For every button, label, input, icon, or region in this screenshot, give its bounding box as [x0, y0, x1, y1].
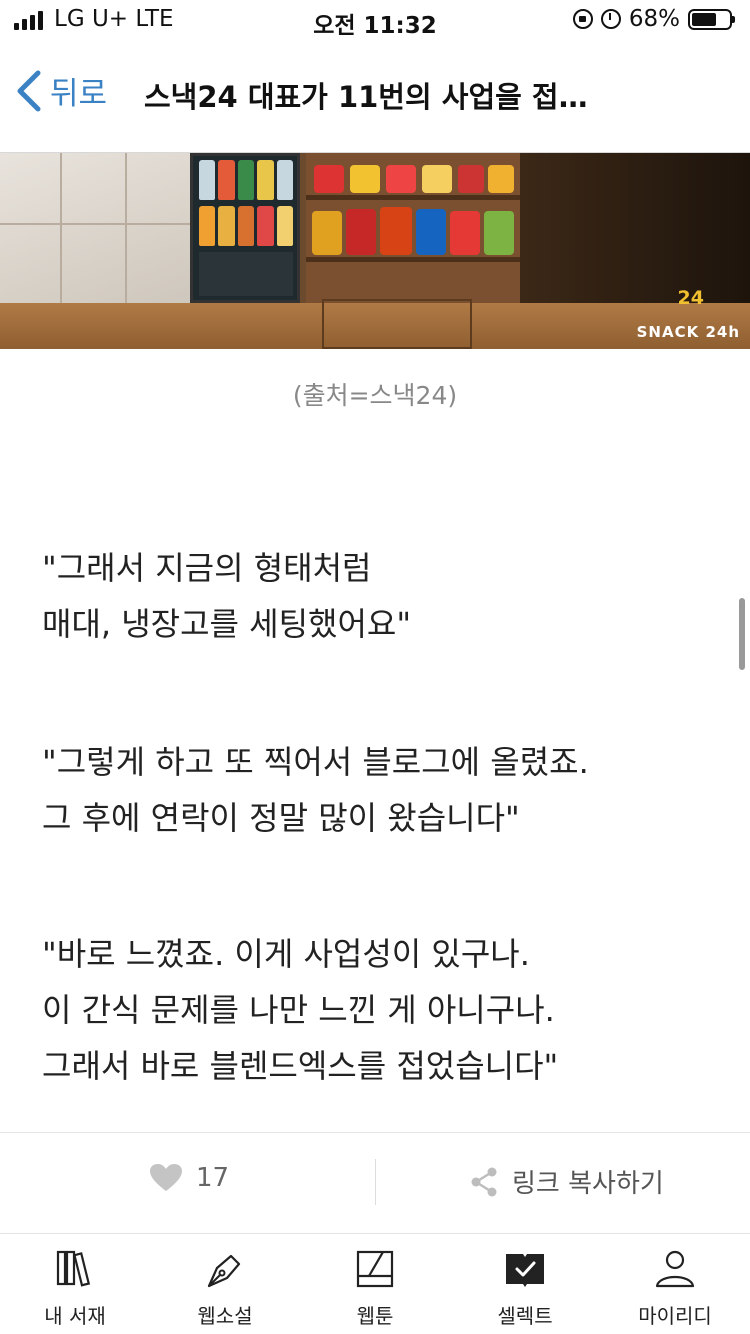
watermark-logo: 24 — [677, 287, 704, 309]
dark-background — [520, 153, 750, 303]
library-icon — [56, 1250, 91, 1287]
status-bar: LG U+ LTE 오전 11:32 68% — [0, 0, 750, 40]
tab-webnovel[interactable]: 웹소설 — [150, 1234, 300, 1334]
divider — [375, 1159, 376, 1205]
heart-icon — [150, 1164, 182, 1191]
battery-icon — [688, 8, 735, 30]
scrollbar[interactable] — [739, 598, 745, 670]
quote-paragraph: "바로 느꼈죠. 이게 사업성이 있구나. 이 간식 문제를 나만 느낀 게 아… — [42, 926, 722, 1094]
tab-label: 내 서재 — [44, 1304, 106, 1328]
tab-select[interactable]: 셀렉트 — [450, 1234, 600, 1334]
copy-link-button[interactable]: 링크 복사하기 — [470, 1163, 664, 1200]
tab-label: 셀렉트 — [497, 1304, 553, 1328]
tab-webtoon[interactable]: 웹툰 — [300, 1234, 450, 1334]
fridge — [190, 153, 300, 303]
quote-line: 이 간식 문제를 나만 느낀 게 아니구나. — [42, 991, 555, 1029]
alarm-icon — [600, 9, 621, 29]
tab-my-ridi[interactable]: 마이리디 — [600, 1234, 750, 1334]
quote-line: "그렇게 하고 또 찍어서 블로그에 올렸죠. — [42, 743, 589, 781]
quote-line: 그 후에 연락이 정말 많이 왔습니다" — [42, 799, 520, 837]
back-label: 뒤로 — [50, 76, 108, 112]
bottom-tab-bar: 내 서재 웹소설 웹툰 셀렉트 마이리디 — [0, 1234, 750, 1334]
tab-label: 웹툰 — [356, 1304, 394, 1328]
quote-paragraph: "그래서 지금의 형태처럼 매대, 냉장고를 세팅했어요" — [42, 540, 722, 652]
orientation-lock-icon — [572, 9, 593, 29]
snack-shelf — [306, 153, 520, 303]
tab-label: 웹소설 — [197, 1304, 253, 1328]
battery-percent: 68% — [628, 6, 680, 32]
quote-line: 그래서 바로 블렌드엑스를 접었습니다" — [42, 1047, 559, 1085]
webtoon-icon — [356, 1250, 394, 1288]
tab-library[interactable]: 내 서재 — [0, 1234, 150, 1334]
copy-link-label: 링크 복사하기 — [512, 1169, 664, 1199]
quote-paragraph: "그렇게 하고 또 찍어서 블로그에 올렸죠. 그 후에 연락이 정말 많이 왔… — [42, 734, 722, 846]
share-icon — [471, 1167, 497, 1196]
select-book-icon — [506, 1254, 544, 1287]
like-button[interactable]: 17 — [150, 1163, 229, 1193]
watermark: SNACK 24h — [636, 323, 740, 341]
navigation-bar: 뒤로 스낵24 대표가 11번의 사업을 접으… — [0, 40, 750, 153]
like-count: 17 — [196, 1163, 230, 1193]
page-title: 스낵24 대표가 11번의 사업을 접으… — [144, 80, 614, 114]
article-photo: 24 SNACK 24h — [0, 153, 750, 349]
floor-panel — [322, 299, 472, 349]
quote-line: 매대, 냉장고를 세팅했어요" — [42, 605, 412, 643]
quote-line: "바로 느꼈죠. 이게 사업성이 있구나. — [42, 935, 530, 973]
image-caption: (출처=스낵24) — [292, 381, 458, 410]
pen-nib-icon — [207, 1254, 241, 1288]
person-icon — [655, 1250, 695, 1288]
tab-label: 마이리디 — [638, 1304, 712, 1328]
quote-line: "그래서 지금의 형태처럼 — [42, 549, 372, 587]
article-actions: 17 링크 복사하기 — [0, 1132, 750, 1234]
back-button[interactable]: 뒤로 — [12, 68, 107, 113]
chevron-left-icon — [17, 70, 41, 111]
